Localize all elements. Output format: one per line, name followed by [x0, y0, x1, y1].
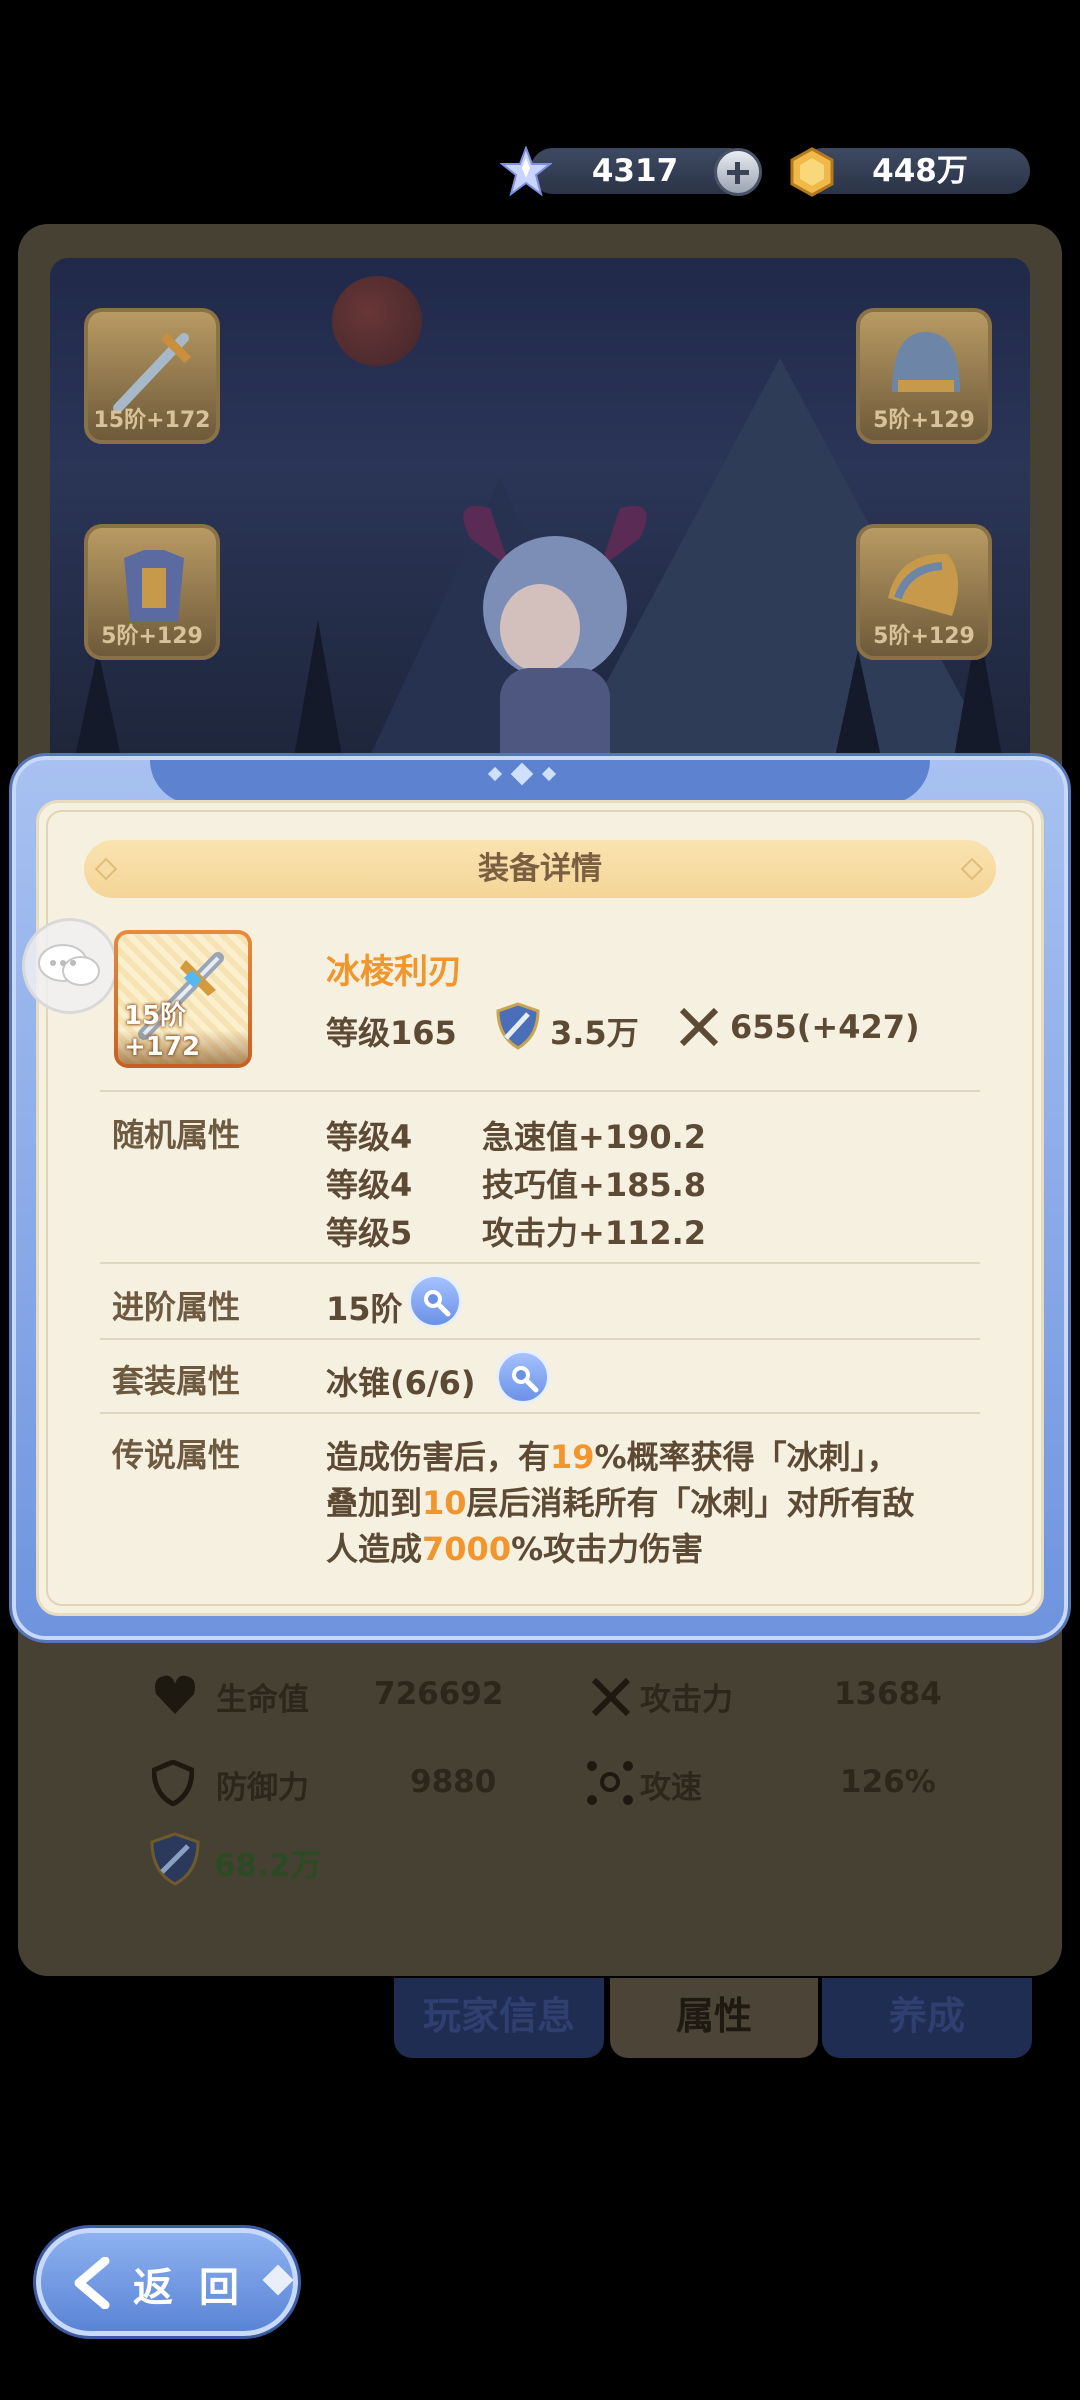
gem-icon [500, 146, 552, 197]
atk-label: 攻击力 [640, 1682, 733, 1718]
armor-slot[interactable]: 5阶+129 [84, 524, 220, 660]
combat-power-icon [496, 1002, 540, 1050]
random-attr-stat-1: 急速值+190.2 [482, 1118, 707, 1156]
modal-title: 装备详情 [478, 851, 602, 887]
legend-attr-line-2: 叠加到10层后消耗所有「冰刺」对所有敌 [326, 1484, 915, 1522]
back-button[interactable]: 返回 [36, 2228, 298, 2336]
back-label: 返回 [133, 2265, 265, 2311]
random-attr-level-1: 等级4 [326, 1118, 413, 1156]
divider [100, 1338, 980, 1340]
helmet-slot[interactable]: 5阶+129 [856, 308, 992, 444]
legend-attr-label: 传说属性 [112, 1436, 241, 1474]
advance-detail-button[interactable] [408, 1274, 462, 1328]
random-attr-level-2: 等级4 [326, 1166, 413, 1204]
heart-icon [155, 1675, 195, 1714]
chat-button[interactable] [22, 918, 118, 1014]
tab-cultivation[interactable]: 养成 [822, 1978, 1032, 2058]
hp-label: 生命值 [216, 1682, 309, 1718]
item-level: 等级165 [326, 1014, 457, 1052]
random-attr-level-3: 等级5 [326, 1214, 413, 1252]
tab-player-info[interactable]: 玩家信息 [394, 1978, 604, 2058]
random-attr-stat-3: 攻击力+112.2 [482, 1214, 707, 1252]
item-name: 冰棱利刃 [326, 952, 462, 992]
speed-value: 126% [840, 1764, 936, 1800]
divider [100, 1090, 980, 1092]
def-label: 防御力 [216, 1770, 309, 1806]
set-attr-label: 套装属性 [112, 1362, 241, 1400]
weapon-slot[interactable]: 15阶+172 [84, 308, 220, 444]
shoulder-slot[interactable]: 5阶+129 [856, 524, 992, 660]
crossed-swords-icon [591, 1677, 631, 1717]
diamond-ornament [262, 2264, 294, 2296]
power-value: 68.2万 [214, 1848, 322, 1884]
set-attr-value: 冰锥(6/6) [326, 1364, 476, 1402]
random-attr-stat-2: 技巧值+185.8 [482, 1166, 707, 1204]
item-icon-frame: 15阶+172 [114, 930, 252, 1068]
gold-coin-icon [790, 147, 834, 197]
divider [100, 1262, 980, 1264]
gold-amount: 448万 [872, 153, 968, 189]
advance-attr-label: 进阶属性 [112, 1288, 241, 1326]
attack-icon [679, 1007, 719, 1047]
random-attr-label: 随机属性 [112, 1116, 241, 1154]
advance-attr-value: 15阶 [326, 1290, 403, 1328]
legend-attr-line-1: 造成伤害后，有19%概率获得「冰刺」， [326, 1438, 899, 1476]
item-attack: 655(+427) [730, 1008, 920, 1046]
atk-value: 13684 [834, 1676, 942, 1712]
hp-value: 726692 [374, 1676, 504, 1712]
hero-avatar [463, 506, 647, 780]
shield-icon [152, 1760, 194, 1806]
divider [100, 1412, 980, 1414]
def-value: 9880 [410, 1764, 497, 1800]
back-arrow-icon [74, 2257, 110, 2309]
magnifier-icon [424, 1290, 451, 1317]
tab-attributes[interactable]: 属性 [610, 1978, 818, 2058]
gem-amount: 4317 [591, 153, 679, 189]
power-shield-icon [150, 1832, 200, 1886]
add-gems-button[interactable] [714, 148, 762, 196]
legend-attr-line-3: 人造成7000%攻击力伤害 [326, 1530, 704, 1568]
item-grade-badge: 15阶+172 [124, 1001, 201, 1062]
diamond-ornament-row [487, 762, 557, 786]
chat-icon [38, 944, 100, 986]
item-power: 3.5万 [550, 1014, 639, 1052]
set-detail-button[interactable] [496, 1350, 550, 1404]
magnifier-icon [512, 1366, 539, 1393]
speed-label: 攻速 [640, 1770, 702, 1806]
attack-speed-icon [587, 1761, 633, 1805]
